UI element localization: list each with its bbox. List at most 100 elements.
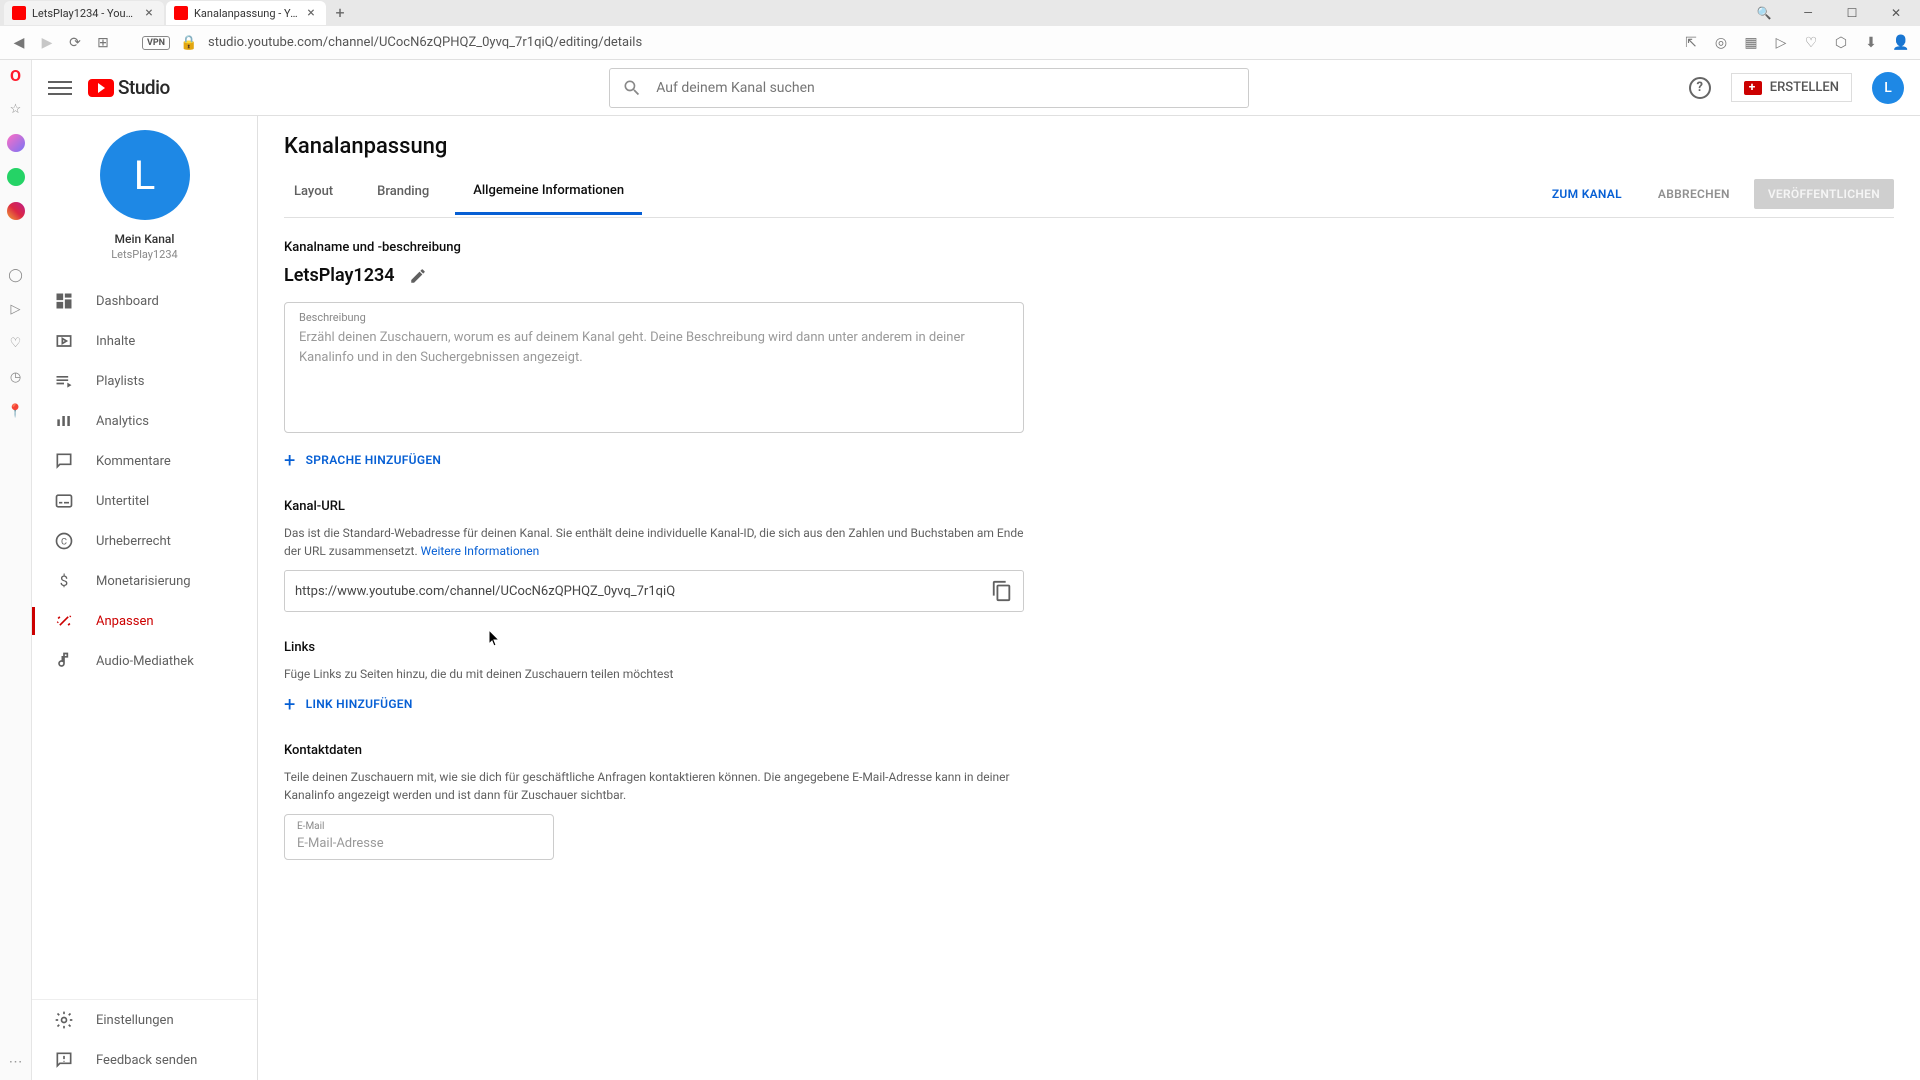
nav-feedback[interactable]: Feedback senden bbox=[32, 1040, 257, 1080]
history-icon[interactable]: ◯ bbox=[7, 266, 25, 284]
channel-name-text: LetsPlay1234 bbox=[111, 248, 177, 261]
nav-subtitles[interactable]: Untertitel bbox=[32, 481, 257, 521]
tab-branding[interactable]: Branding bbox=[359, 184, 447, 213]
tab-layout[interactable]: Layout bbox=[294, 184, 351, 213]
comments-icon bbox=[54, 451, 74, 471]
search-box[interactable] bbox=[609, 68, 1249, 108]
feedback-icon bbox=[54, 1050, 74, 1070]
search-icon bbox=[622, 78, 642, 98]
more-info-link[interactable]: Weitere Informationen bbox=[421, 544, 540, 558]
section-title-contact: Kontaktdaten bbox=[284, 743, 1024, 758]
publish-button[interactable]: VERÖFFENTLICHEN bbox=[1754, 179, 1894, 209]
heart-sidebar-icon[interactable]: ♡ bbox=[7, 334, 25, 352]
nav-label: Playlists bbox=[96, 374, 144, 389]
nav-audio-library[interactable]: Audio-Mediathek bbox=[32, 641, 257, 681]
copy-icon[interactable] bbox=[991, 580, 1013, 602]
browser-tab-active[interactable]: Kanalanpassung - YouTube × bbox=[166, 1, 326, 25]
search-browser-icon[interactable]: 🔍 bbox=[1744, 0, 1784, 26]
nav-analytics[interactable]: Analytics bbox=[32, 401, 257, 441]
add-link-label: LINK HINZUFÜGEN bbox=[306, 697, 413, 711]
url-text[interactable]: studio.youtube.com/channel/UCocN6zQPHQZ_… bbox=[208, 35, 1672, 50]
toolbar-icon[interactable]: ⇱ bbox=[1682, 34, 1700, 52]
pin-icon[interactable]: 📍 bbox=[7, 402, 25, 420]
search-input[interactable] bbox=[656, 80, 1236, 96]
monetization-icon: $ bbox=[54, 571, 74, 591]
help-icon[interactable]: ? bbox=[1689, 77, 1711, 99]
nav-label: Einstellungen bbox=[96, 1013, 174, 1028]
browser-tab[interactable]: LetsPlay1234 - YouTube × bbox=[4, 1, 164, 25]
reload-button[interactable]: ⟳ bbox=[66, 34, 84, 52]
browser-tab-bar: LetsPlay1234 - YouTube × Kanalanpassung … bbox=[0, 0, 1920, 26]
nav-dashboard[interactable]: Dashboard bbox=[32, 281, 257, 321]
page-title: Kanalanpassung bbox=[284, 134, 1894, 159]
profile-icon[interactable]: 👤 bbox=[1892, 34, 1910, 52]
nav-playlists[interactable]: Playlists bbox=[32, 361, 257, 401]
cancel-button[interactable]: ABBRECHEN bbox=[1646, 179, 1742, 209]
close-icon[interactable]: × bbox=[304, 6, 318, 20]
opera-icon[interactable]: O bbox=[7, 66, 25, 84]
back-button[interactable]: ◀ bbox=[10, 34, 28, 52]
nav-customization[interactable]: Anpassen bbox=[32, 601, 257, 641]
create-video-icon bbox=[1744, 81, 1762, 95]
youtube-favicon-icon bbox=[12, 6, 26, 20]
close-icon[interactable]: × bbox=[142, 6, 156, 20]
youtube-studio-logo[interactable]: Studio bbox=[88, 76, 170, 99]
whatsapp-icon[interactable] bbox=[7, 168, 25, 186]
channel-avatar[interactable]: L bbox=[100, 130, 190, 220]
clock-icon[interactable]: ◷ bbox=[7, 368, 25, 386]
description-label: Beschreibung bbox=[299, 311, 1009, 324]
messenger-icon[interactable] bbox=[7, 134, 25, 152]
instagram-icon[interactable] bbox=[7, 202, 25, 220]
description-textarea[interactable]: Beschreibung Erzähl deinen Zuschauern, w… bbox=[284, 302, 1024, 433]
links-description: Füge Links zu Seiten hinzu, die du mit d… bbox=[284, 665, 1024, 683]
nav-label: Monetarisierung bbox=[96, 574, 191, 589]
svg-text:C: C bbox=[61, 537, 67, 547]
user-avatar[interactable]: L bbox=[1872, 72, 1904, 104]
section-title-url: Kanal-URL bbox=[284, 499, 1024, 514]
nav-label: Audio-Mediathek bbox=[96, 654, 194, 669]
maximize-button[interactable]: ☐ bbox=[1832, 0, 1872, 26]
new-tab-button[interactable]: + bbox=[328, 1, 352, 25]
tab-basic-info[interactable]: Allgemeine Informationen bbox=[455, 183, 642, 215]
tab-title: Kanalanpassung - YouTube bbox=[194, 7, 298, 20]
hamburger-menu-button[interactable] bbox=[48, 76, 72, 100]
download-icon[interactable]: ⬇ bbox=[1862, 34, 1880, 52]
channel-url-value[interactable]: https://www.youtube.com/channel/UCocN6zQ… bbox=[295, 584, 991, 599]
youtube-favicon-icon bbox=[174, 6, 188, 20]
toolbar-icon[interactable]: ▦ bbox=[1742, 34, 1760, 52]
svg-text:$: $ bbox=[60, 572, 68, 590]
create-button[interactable]: ERSTELLEN bbox=[1731, 73, 1852, 102]
email-field-wrap[interactable]: E-Mail bbox=[284, 814, 554, 860]
add-language-button[interactable]: + SPRACHE HINZUFÜGEN bbox=[284, 449, 1024, 471]
lock-icon: 🔒 bbox=[180, 34, 198, 52]
vpn-badge[interactable]: VPN bbox=[142, 36, 170, 50]
edit-icon[interactable] bbox=[409, 267, 427, 285]
add-link-button[interactable]: + LINK HINZUFÜGEN bbox=[284, 693, 1024, 715]
apps-icon[interactable]: ⊞ bbox=[94, 34, 112, 52]
nav-content[interactable]: Inhalte bbox=[32, 321, 257, 361]
more-icon[interactable]: ⋯ bbox=[9, 1054, 23, 1070]
add-language-label: SPRACHE HINZUFÜGEN bbox=[306, 453, 442, 467]
heart-icon[interactable]: ♡ bbox=[1802, 34, 1820, 52]
toolbar-icon[interactable]: ◎ bbox=[1712, 34, 1730, 52]
nav-label: Inhalte bbox=[96, 334, 135, 349]
section-title-links: Links bbox=[284, 640, 1024, 655]
tab-title: LetsPlay1234 - YouTube bbox=[32, 7, 136, 20]
logo-text: Studio bbox=[118, 76, 170, 99]
subtitles-icon bbox=[54, 491, 74, 511]
bookmark-icon[interactable]: ☆ bbox=[7, 100, 25, 118]
forward-button[interactable]: ▶ bbox=[38, 34, 56, 52]
toolbar-icon[interactable]: ▷ bbox=[1772, 34, 1790, 52]
nav-comments[interactable]: Kommentare bbox=[32, 441, 257, 481]
email-input[interactable] bbox=[297, 836, 541, 851]
nav-monetization[interactable]: $ Monetarisierung bbox=[32, 561, 257, 601]
view-channel-button[interactable]: ZUM KANAL bbox=[1540, 179, 1634, 209]
create-button-label: ERSTELLEN bbox=[1770, 80, 1839, 95]
nav-copyright[interactable]: CUrheberrecht bbox=[32, 521, 257, 561]
minimize-button[interactable]: — bbox=[1788, 0, 1828, 26]
play-icon[interactable]: ▷ bbox=[7, 300, 25, 318]
close-window-button[interactable]: ✕ bbox=[1876, 0, 1916, 26]
nav-settings[interactable]: Einstellungen bbox=[32, 1000, 257, 1040]
gear-icon bbox=[54, 1010, 74, 1030]
toolbar-icon[interactable]: ⬡ bbox=[1832, 34, 1850, 52]
